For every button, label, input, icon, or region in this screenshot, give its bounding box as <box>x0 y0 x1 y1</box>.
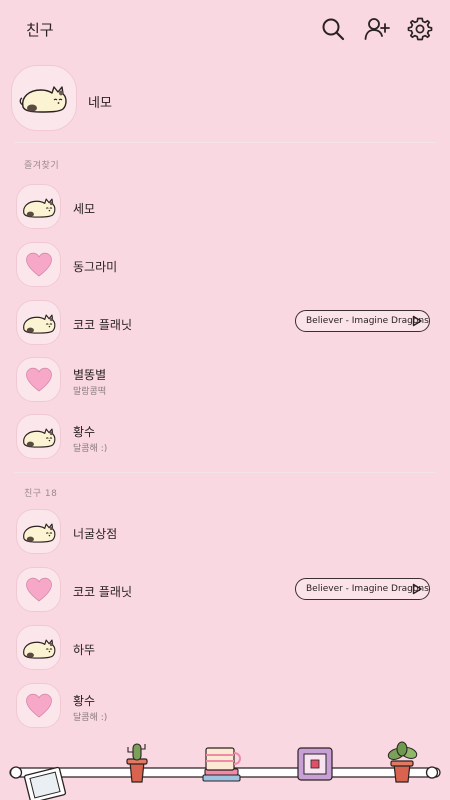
friend-name: 코코 플래닛 <box>73 585 133 599</box>
cat-icon <box>22 639 55 659</box>
avatar[interactable] <box>16 357 61 402</box>
page-title: 친구 <box>26 21 54 39</box>
heart-icon <box>25 252 52 277</box>
favorite-item[interactable]: 황수 달콤해 :) <box>0 412 450 462</box>
friend-item[interactable]: 너굴상점 <box>0 507 450 557</box>
avatar[interactable] <box>16 242 61 287</box>
friend-item[interactable]: 하뚜 <box>0 623 450 673</box>
avatar[interactable] <box>16 300 61 345</box>
avatar[interactable] <box>16 683 61 728</box>
cat-icon <box>22 523 55 543</box>
header: 친구 <box>0 0 450 60</box>
favorite-item[interactable]: 동그라미 <box>0 240 450 290</box>
friend-status: 말랑콩떡 <box>73 387 107 397</box>
my-profile-name: 네모 <box>88 96 112 111</box>
friend-name: 황수 <box>73 694 96 708</box>
favorites-label: 즐겨찾기 <box>24 161 60 171</box>
friend-item[interactable]: 황수 달콤해 :) <box>0 681 450 731</box>
add-user-icon[interactable] <box>364 16 390 42</box>
heart-icon <box>25 693 52 718</box>
gear-icon[interactable] <box>407 16 433 42</box>
my-profile[interactable]: 네모 <box>0 62 450 138</box>
cat-icon <box>19 86 67 113</box>
friend-name: 너굴상점 <box>73 527 118 541</box>
bottom-shelf <box>0 738 450 800</box>
favorite-item[interactable]: 코코 플래닛 Believer - Imagine Dragons <box>0 298 450 348</box>
favorite-item[interactable]: 세모 <box>0 182 450 232</box>
avatar[interactable] <box>16 567 61 612</box>
heart-icon <box>25 577 52 602</box>
friend-item[interactable]: 코코 플래닛 Believer - Imagine Dragons <box>0 565 450 615</box>
heart-icon <box>25 367 52 392</box>
play-icon <box>412 583 422 595</box>
search-icon[interactable] <box>320 16 346 42</box>
friend-name: 하뚜 <box>73 643 96 657</box>
friend-name: 황수 <box>73 425 96 439</box>
friend-name: 별똥별 <box>73 368 107 382</box>
friend-name: 동그라미 <box>73 260 118 274</box>
music-button[interactable]: Believer - Imagine Dragons <box>295 578 430 600</box>
divider <box>14 142 436 143</box>
music-button[interactable]: Believer - Imagine Dragons <box>295 310 430 332</box>
friend-status: 달콤해 :) <box>73 713 108 723</box>
cat-icon <box>22 198 55 218</box>
cat-icon <box>22 314 55 334</box>
friend-status: 달콤해 :) <box>73 444 108 454</box>
favorite-item[interactable]: 별똥별 말랑콩떡 <box>0 355 450 405</box>
avatar[interactable] <box>16 184 61 229</box>
cat-icon <box>22 428 55 448</box>
avatar[interactable] <box>16 625 61 670</box>
box-icon <box>297 747 333 781</box>
avatar[interactable] <box>16 509 61 554</box>
friends-label: 친구 18 <box>24 489 58 499</box>
coffee-cup-icon <box>202 747 241 782</box>
avatar[interactable] <box>16 414 61 459</box>
avatar[interactable] <box>11 65 77 131</box>
friend-name: 코코 플래닛 <box>73 318 133 332</box>
friend-name: 세모 <box>73 202 96 216</box>
divider <box>14 472 436 473</box>
play-icon <box>412 315 422 327</box>
